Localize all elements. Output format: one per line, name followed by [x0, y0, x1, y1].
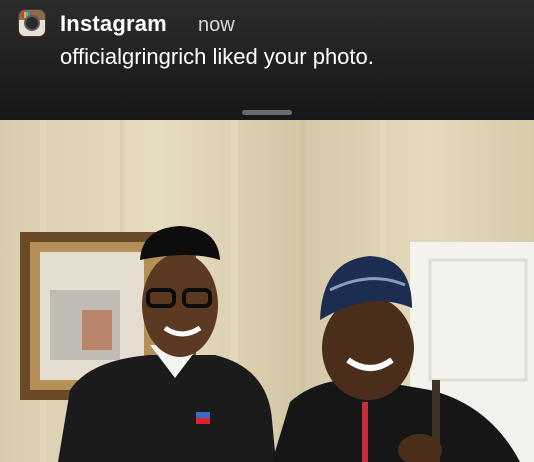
notification-time: now [198, 14, 235, 36]
notification-banner[interactable]: Instagram now officialgringrich liked yo… [0, 0, 534, 120]
liked-photo [0, 120, 534, 462]
photo-illustration [20, 120, 534, 462]
banner-grabber-handle[interactable] [242, 110, 292, 115]
notification-app-name: Instagram [60, 11, 167, 36]
notification-message: officialgringrich liked your photo. [60, 44, 374, 69]
instagram-icon [19, 10, 45, 36]
